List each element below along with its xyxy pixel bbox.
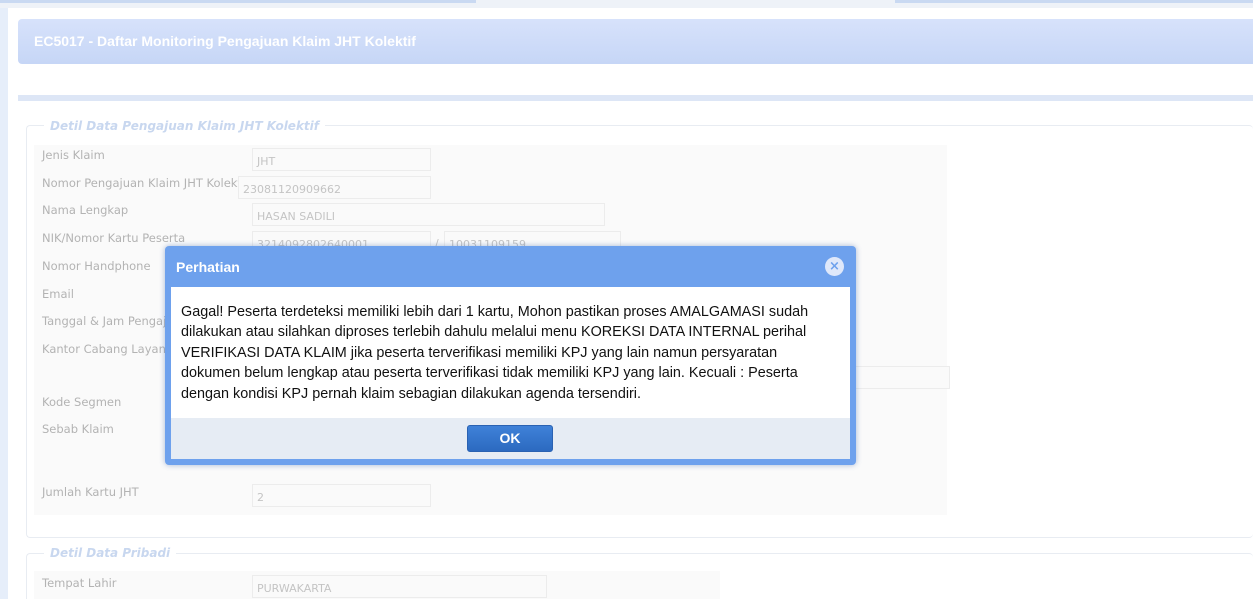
top-tab-strip-left (0, 0, 476, 3)
field-jenis-klaim[interactable]: JHT (252, 148, 431, 171)
field-kantor-cabang-detail[interactable] (848, 366, 950, 389)
field-tempat-lahir[interactable]: PURWAKARTA (252, 575, 547, 598)
field-jumlah-kartu[interactable]: 2 (252, 484, 431, 507)
dialog-title: Perhatian (176, 259, 240, 275)
top-strip (0, 0, 1253, 8)
label-sebab-klaim: Sebab Klaim (42, 422, 114, 436)
dialog-footer: OK (171, 418, 850, 459)
field-nomor-pengajuan[interactable]: 23081120909662 (238, 176, 431, 199)
label-jenis-klaim: Jenis Klaim (42, 148, 105, 162)
claim-detail-legend: Detil Data Pengajuan Klaim JHT Kolektif (44, 119, 325, 133)
label-handphone: Nomor Handphone (42, 259, 151, 273)
label-jumlah-kartu: Jumlah Kartu JHT (42, 485, 139, 499)
label-nik: NIK/Nomor Kartu Peserta (42, 231, 186, 245)
warning-dialog: Perhatian × Gagal! Peserta terdeteksi me… (165, 246, 856, 465)
label-kantor-cabang: Kantor Cabang Layanan (42, 342, 181, 356)
top-tab-strip-right (895, 0, 1253, 3)
label-nama-lengkap: Nama Lengkap (42, 203, 129, 217)
ok-button[interactable]: OK (467, 425, 553, 452)
page-title: EC5017 - Daftar Monitoring Pengajuan Kla… (34, 33, 416, 49)
label-tempat-lahir: Tempat Lahir (42, 576, 117, 590)
field-nama-lengkap[interactable]: HASAN SADILI (252, 203, 605, 226)
label-email: Email (42, 287, 74, 301)
dialog-message: Gagal! Peserta terdeteksi memiliki lebih… (171, 287, 850, 418)
section-separator (18, 95, 1253, 101)
close-icon[interactable]: × (825, 257, 844, 276)
label-nomor-pengajuan: Nomor Pengajuan Klaim JHT Kolektif (42, 176, 242, 190)
title-bar: EC5017 - Daftar Monitoring Pengajuan Kla… (18, 19, 1253, 64)
label-kode-segmen: Kode Segmen (42, 395, 122, 409)
personal-detail-legend: Detil Data Pribadi (44, 546, 177, 560)
